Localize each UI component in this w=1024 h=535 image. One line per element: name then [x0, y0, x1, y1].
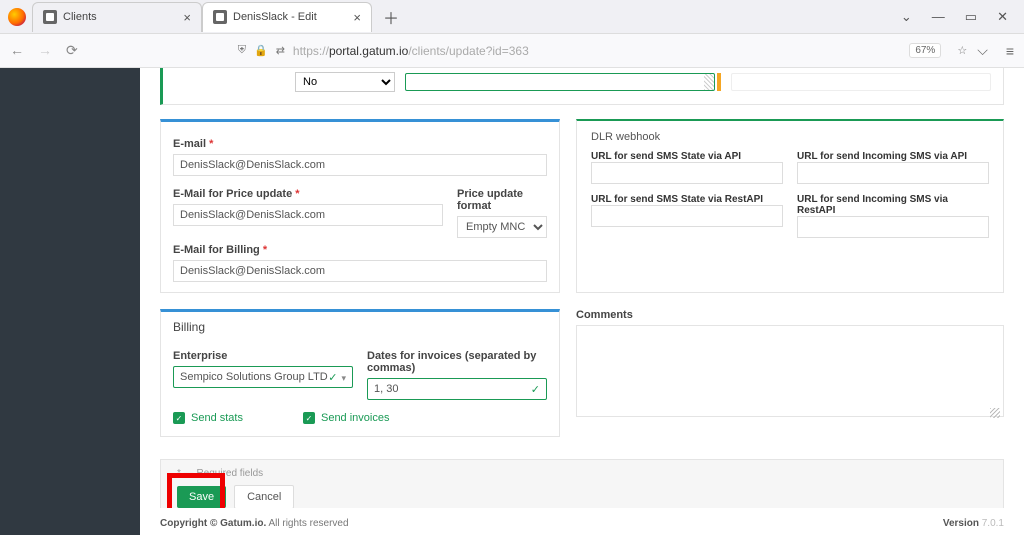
close-icon[interactable]: × [183, 10, 191, 25]
checkbox-icon: ✓ [303, 412, 315, 424]
tab-label: DenisSlack - Edit [233, 11, 317, 23]
dlr-api-incoming-label: URL for send Incoming SMS via API [797, 151, 989, 162]
check-icon: ✓▾ [328, 371, 346, 384]
price-update-field[interactable] [173, 204, 443, 226]
orange-indicator [717, 73, 721, 91]
email-label: E-mail * [173, 138, 547, 150]
dlr-rest-state-label: URL for send SMS State via RestAPI [591, 194, 783, 205]
price-update-label: E-Mail for Price update * [173, 188, 443, 200]
price-format-select[interactable]: Empty MNC [457, 216, 547, 238]
copyright: Copyright © Gatum.io. All rights reserve… [160, 518, 349, 529]
send-invoices-checkbox[interactable]: ✓ Send invoices [303, 412, 390, 424]
cancel-button[interactable]: Cancel [234, 485, 294, 508]
version: Version 7.0.1 [943, 518, 1004, 529]
dlr-rest-incoming-label: URL for send Incoming SMS via RestAPI [797, 194, 989, 216]
sidebar-rail [0, 68, 140, 535]
tab-edit[interactable]: DenisSlack - Edit × [202, 2, 372, 32]
required-note: * — Required fields [177, 468, 991, 479]
permissions-icon[interactable]: ⇄ [276, 44, 285, 57]
address-bar: ← → ⟳ ⛨ 🔒 ⇄ https://portal.gatum.io/clie… [0, 34, 1024, 68]
invoice-dates-field[interactable]: 1, 30 ✓ [367, 378, 547, 400]
checkbox-icon: ✓ [173, 412, 185, 424]
billing-email-label: E-Mail for Billing * [173, 244, 547, 256]
comments-field[interactable] [576, 325, 1004, 417]
dlr-api-state-label: URL for send SMS State via API [591, 151, 783, 162]
green-bar[interactable] [405, 73, 715, 91]
favicon-icon [213, 10, 227, 24]
dlr-api-incoming-field[interactable] [797, 162, 989, 184]
close-icon[interactable]: × [353, 10, 361, 25]
invoice-dates-value: 1, 30 [374, 383, 398, 395]
comments-label: Comments [576, 309, 1004, 321]
back-icon[interactable]: ← [10, 42, 24, 59]
dlr-title: DLR webhook [591, 129, 989, 151]
top-select[interactable]: No [295, 72, 395, 92]
chevron-down-icon[interactable]: ⌄ [901, 9, 912, 25]
close-window-icon[interactable]: ✕ [997, 9, 1008, 25]
save-button[interactable]: Save [177, 486, 226, 508]
tab-label: Clients [63, 11, 97, 23]
billing-title: Billing [173, 320, 547, 334]
dlr-api-state-field[interactable] [591, 162, 783, 184]
forward-icon[interactable]: → [38, 42, 52, 59]
new-tab-button[interactable]: ＋ [378, 4, 404, 30]
panel-top: No [160, 68, 1004, 105]
favicon-icon [43, 10, 57, 24]
send-stats-label: Send stats [191, 412, 243, 424]
enterprise-select[interactable]: Sempico Solutions Group LTD ✓▾ [173, 366, 353, 388]
invoice-dates-label: Dates for invoices (separated by commas) [367, 350, 547, 374]
url-display[interactable]: https://portal.gatum.io/clients/update?i… [293, 44, 529, 58]
shield-icon[interactable]: ⛨ [238, 44, 246, 57]
enterprise-label: Enterprise [173, 350, 353, 362]
price-format-label: Price update format [457, 188, 547, 212]
pocket-icon[interactable]: ⌵ [977, 42, 988, 59]
action-footer: * — Required fields Save Cancel [160, 459, 1004, 508]
firefox-icon [8, 8, 26, 26]
enterprise-value: Sempico Solutions Group LTD [180, 371, 328, 383]
tab-clients[interactable]: Clients × [32, 2, 202, 32]
lock-icon[interactable]: 🔒 [254, 44, 268, 57]
browser-tab-strip: Clients × DenisSlack - Edit × ＋ ⌄ — ▭ ✕ [0, 0, 1024, 34]
check-icon: ✓ [531, 383, 540, 396]
comments-block: Comments [576, 309, 1004, 437]
send-invoices-label: Send invoices [321, 412, 390, 424]
dlr-card: DLR webhook URL for send SMS State via A… [576, 119, 1004, 293]
blank-field[interactable] [731, 73, 991, 91]
maximize-icon[interactable]: ▭ [965, 9, 977, 25]
resize-grip-icon[interactable] [990, 408, 1000, 418]
dlr-rest-incoming-field[interactable] [797, 216, 989, 238]
email-card: E-mail * E-Mail for Price update * Price… [160, 119, 560, 293]
dlr-rest-state-field[interactable] [591, 205, 783, 227]
zoom-badge[interactable]: 67% [909, 43, 941, 58]
menu-icon[interactable]: ≡ [1006, 43, 1014, 59]
page-footer: Copyright © Gatum.io. All rights reserve… [140, 508, 1024, 535]
billing-email-field[interactable] [173, 260, 547, 282]
reload-icon[interactable]: ⟳ [66, 42, 78, 59]
email-field[interactable] [173, 154, 547, 176]
send-stats-checkbox[interactable]: ✓ Send stats [173, 412, 243, 424]
bookmark-icon[interactable]: ☆ [957, 44, 967, 57]
billing-card: Billing Enterprise Sempico Solutions Gro… [160, 309, 560, 437]
minimize-icon[interactable]: — [932, 9, 945, 24]
